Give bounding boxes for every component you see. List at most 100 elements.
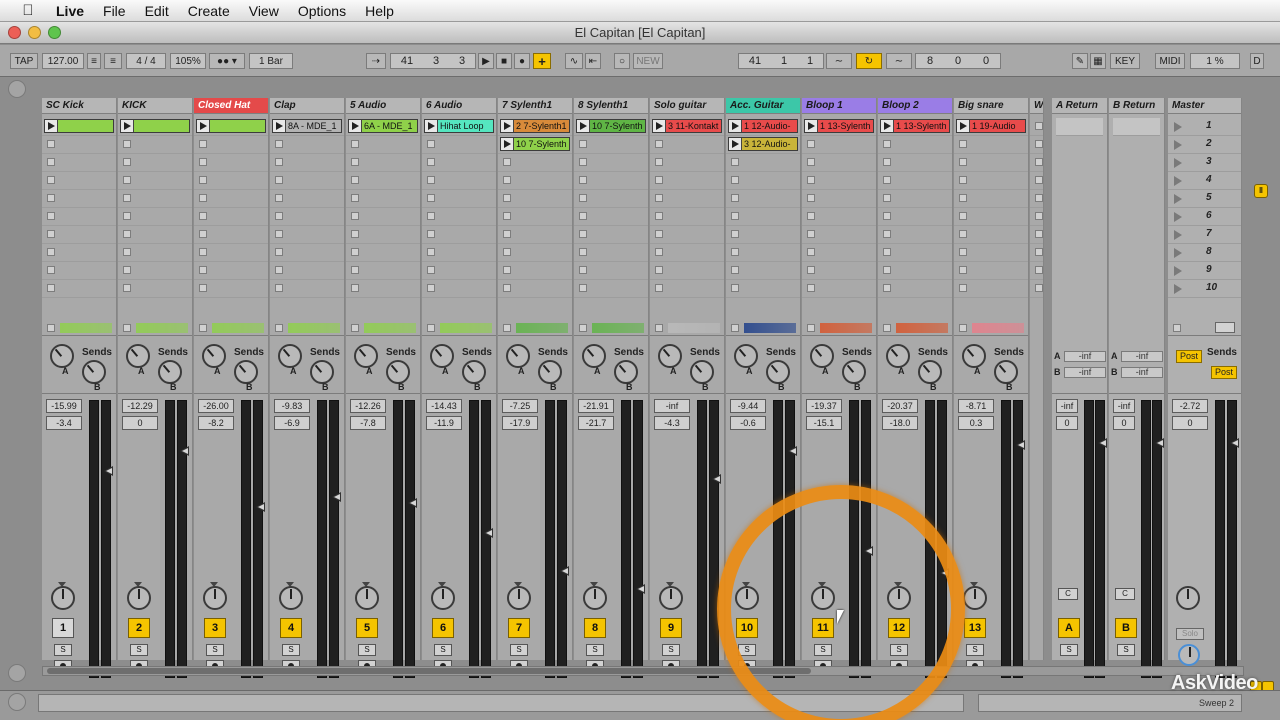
- stop-clip-icon[interactable]: [351, 266, 359, 274]
- clip-slot[interactable]: [498, 244, 572, 262]
- pan-field[interactable]: -17.9: [502, 416, 538, 430]
- clip-play-icon[interactable]: [805, 120, 818, 132]
- clip-slot[interactable]: [194, 154, 268, 172]
- clip-slot[interactable]: [726, 244, 800, 262]
- clip-play-icon[interactable]: [425, 120, 438, 132]
- track-name[interactable]: 8 Sylenth1: [574, 98, 648, 114]
- solo-button[interactable]: S: [814, 644, 832, 656]
- stop-clip-icon[interactable]: [123, 140, 131, 148]
- clip-slot[interactable]: [346, 172, 420, 190]
- clip-slot[interactable]: [954, 208, 1028, 226]
- stop-clip-icon[interactable]: [1035, 212, 1043, 220]
- track-name[interactable]: 6 Audio: [422, 98, 496, 114]
- clip-slot[interactable]: [42, 154, 116, 172]
- arrangement-position[interactable]: 41 3 3: [390, 53, 476, 69]
- clip-slot[interactable]: [270, 280, 344, 298]
- clip[interactable]: 1 19-Audio: [956, 119, 1026, 133]
- clip-slot[interactable]: 6: [1168, 208, 1241, 226]
- pan-field[interactable]: 0.3: [958, 416, 994, 430]
- return-volume-field[interactable]: -inf: [1056, 399, 1078, 413]
- menu-help[interactable]: Help: [365, 3, 394, 19]
- clip-slot[interactable]: [422, 226, 496, 244]
- clip-slot[interactable]: [650, 208, 724, 226]
- stop-clip-icon[interactable]: [199, 266, 207, 274]
- clip-slot[interactable]: [422, 280, 496, 298]
- stop-clip-icon[interactable]: [579, 212, 587, 220]
- stop-clip-icon[interactable]: [427, 140, 435, 148]
- clip-slot[interactable]: [194, 190, 268, 208]
- clip-slot[interactable]: [802, 190, 876, 208]
- track-name[interactable]: Solo guitar: [650, 98, 724, 114]
- clip-slot[interactable]: [1030, 154, 1043, 172]
- apple-icon[interactable]: : [0, 2, 56, 19]
- clip-slot[interactable]: 8: [1168, 244, 1241, 262]
- volume-field[interactable]: -14.43: [426, 399, 462, 413]
- pan-knob[interactable]: [507, 586, 531, 610]
- menu-options[interactable]: Options: [298, 3, 346, 19]
- horizontal-scrollbar[interactable]: [42, 666, 1244, 676]
- solo-button[interactable]: S: [662, 644, 680, 656]
- menu-live[interactable]: Live: [56, 3, 84, 19]
- clip-slot[interactable]: [42, 190, 116, 208]
- stop-clip-icon[interactable]: [427, 266, 435, 274]
- solo-cue-button[interactable]: Solo: [1176, 628, 1204, 640]
- stop-clip-icon[interactable]: [883, 266, 891, 274]
- stop-clip-icon[interactable]: [47, 158, 55, 166]
- pan-field[interactable]: 0: [122, 416, 158, 430]
- return-solo-button[interactable]: S: [1060, 644, 1078, 656]
- stop-clip-icon[interactable]: [123, 248, 131, 256]
- return-solo-button[interactable]: S: [1117, 644, 1135, 656]
- clip-slot[interactable]: [194, 226, 268, 244]
- stop-clip-icon[interactable]: [199, 140, 207, 148]
- clip-slot[interactable]: [726, 226, 800, 244]
- clip-slot[interactable]: 2: [1168, 136, 1241, 154]
- clip-slot[interactable]: [1030, 172, 1043, 190]
- send-a-knob[interactable]: [582, 344, 606, 368]
- solo-button[interactable]: S: [966, 644, 984, 656]
- stop-clip-icon[interactable]: [959, 140, 967, 148]
- stop-clip-icon[interactable]: [123, 158, 131, 166]
- clip-slot[interactable]: [270, 136, 344, 154]
- clip-slot[interactable]: [802, 136, 876, 154]
- clip-slot[interactable]: [802, 262, 876, 280]
- volume-fader-handle[interactable]: [940, 568, 949, 578]
- pan-field[interactable]: -8.2: [198, 416, 234, 430]
- stop-all-icon[interactable]: [1173, 324, 1181, 332]
- clip-slot[interactable]: [118, 262, 192, 280]
- stop-clip-icon[interactable]: [731, 248, 739, 256]
- volume-field[interactable]: -inf: [654, 399, 690, 413]
- stop-clip-icon[interactable]: [199, 158, 207, 166]
- stop-clip-icon[interactable]: [883, 194, 891, 202]
- clip[interactable]: [44, 119, 114, 133]
- quantization-select[interactable]: 1 Bar: [249, 53, 293, 69]
- stop-clip-icon[interactable]: [807, 158, 815, 166]
- clip-slot[interactable]: 6A - MDE_1: [346, 118, 420, 136]
- stop-clip-icon[interactable]: [655, 248, 663, 256]
- clip-slot[interactable]: [118, 280, 192, 298]
- master-name[interactable]: Master: [1168, 98, 1241, 114]
- stop-clip-icon[interactable]: [883, 140, 891, 148]
- clip[interactable]: 1 13-Sylenth: [804, 119, 874, 133]
- nudge-down-icon[interactable]: ≡: [87, 53, 101, 69]
- clip-slot[interactable]: [1030, 226, 1043, 244]
- stop-clip-icon[interactable]: [959, 158, 967, 166]
- clip-slot[interactable]: [574, 172, 648, 190]
- send-b-knob[interactable]: [82, 360, 106, 384]
- master-pan-field[interactable]: 0: [1172, 416, 1208, 430]
- volume-fader-handle[interactable]: [256, 502, 265, 512]
- send-b-knob[interactable]: [386, 360, 410, 384]
- stop-clip-icon[interactable]: [427, 176, 435, 184]
- stop-clip-icon[interactable]: [199, 284, 207, 292]
- stop-clip-icon[interactable]: [807, 230, 815, 238]
- master-pan-knob[interactable]: [1176, 586, 1200, 610]
- stop-clip-icon[interactable]: [351, 284, 359, 292]
- stop-clip-icon[interactable]: [199, 230, 207, 238]
- clip-slot[interactable]: [574, 208, 648, 226]
- send-a-knob[interactable]: [278, 344, 302, 368]
- stop-clip-icon[interactable]: [731, 176, 739, 184]
- stop-clip-icon[interactable]: [883, 212, 891, 220]
- clip-slot[interactable]: [574, 190, 648, 208]
- volume-fader-handle[interactable]: [560, 566, 569, 576]
- stop-clip-icon[interactable]: [351, 176, 359, 184]
- follow-icon[interactable]: ⇢: [366, 53, 386, 69]
